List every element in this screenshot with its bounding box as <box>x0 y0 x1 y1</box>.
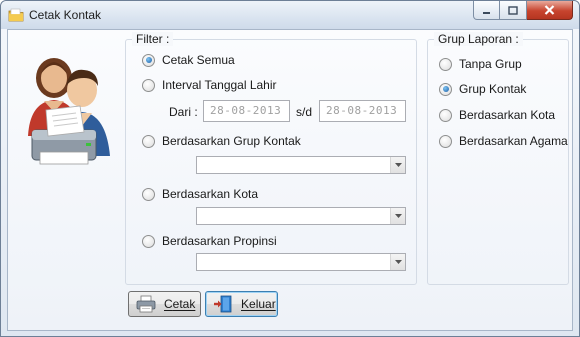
radio-button[interactable] <box>439 82 452 96</box>
close-icon <box>544 5 555 15</box>
radio-button[interactable] <box>142 78 155 92</box>
date-separator-label: s/d <box>296 105 313 119</box>
chevron-down-icon <box>394 214 402 218</box>
cetak-kontak-dialog: Cetak Kontak Filter: Cetak Semua Interv… <box>0 0 580 337</box>
radio-label: Berdasarkan Grup Kontak <box>162 134 301 148</box>
radio-label: Cetak Semua <box>162 53 235 67</box>
cetak-button-label: Cetak <box>164 297 196 311</box>
window-title: Cetak Kontak <box>29 8 102 22</box>
radio-grup-kontak[interactable]: Grup Kontak <box>439 82 526 96</box>
title-bar[interactable]: Cetak Kontak <box>1 1 579 29</box>
radio-button[interactable] <box>142 134 155 148</box>
filter-group-title: Filter : <box>132 32 174 46</box>
radio-label: Berdasarkan Agama <box>459 134 568 148</box>
printer-icon <box>136 295 156 313</box>
grup-laporan-groupbox: Grup Laporan : <box>427 32 569 285</box>
radio-berdasarkan-propinsi[interactable]: Berdasarkan Propinsi <box>142 234 277 248</box>
radio-button[interactable] <box>439 57 452 71</box>
radio-berdasarkan-kota[interactable]: Berdasarkan Kota <box>142 187 258 201</box>
date-from-label: Dari : <box>169 105 198 119</box>
contacts-printer-icon <box>28 58 110 165</box>
radio-button[interactable] <box>142 53 155 67</box>
radio-label: Berdasarkan Propinsi <box>162 234 277 248</box>
exit-door-icon <box>214 295 232 313</box>
radio-label: Berdasarkan Kota <box>162 187 259 201</box>
maximize-icon <box>508 5 518 15</box>
caption-buttons <box>473 1 573 21</box>
dialog-client-area: Filter : Cetak Semua Interval Tanggal La… <box>7 29 573 331</box>
propinsi-dropdown[interactable] <box>196 253 406 271</box>
maximize-button[interactable] <box>500 1 527 20</box>
radio-button[interactable] <box>142 187 155 201</box>
dropdown-arrow-button[interactable] <box>390 208 405 224</box>
minimize-icon <box>483 11 490 14</box>
radio-button[interactable] <box>439 134 452 148</box>
dropdown-arrow-button[interactable] <box>390 157 405 173</box>
date-to-input[interactable]: 28-08-2013 <box>319 100 406 122</box>
radio-berdasarkan-grup-kontak[interactable]: Berdasarkan Grup Kontak <box>142 134 301 148</box>
radio-button[interactable] <box>439 108 452 122</box>
close-button[interactable] <box>527 1 573 20</box>
cetak-button[interactable]: Cetak <box>128 291 201 317</box>
kota-dropdown[interactable] <box>196 207 406 225</box>
dropdown-arrow-button[interactable] <box>390 254 405 270</box>
radio-interval-tanggal-lahir[interactable]: Interval Tanggal Lahir <box>142 78 277 92</box>
grup-laporan-group-title: Grup Laporan : <box>434 32 523 46</box>
radio-label: Tanpa Grup <box>459 57 522 71</box>
radio-button[interactable] <box>142 234 155 248</box>
folder-icon <box>8 8 24 22</box>
chevron-down-icon <box>394 163 402 167</box>
radio-laporan-berdasarkan-kota[interactable]: Berdasarkan Kota <box>439 108 555 122</box>
date-from-input[interactable]: 28-08-2013 <box>203 100 290 122</box>
radio-label: Berdasarkan Kota <box>459 108 556 122</box>
chevron-down-icon <box>394 260 402 264</box>
radio-laporan-berdasarkan-agama[interactable]: Berdasarkan Agama <box>439 134 568 148</box>
keluar-button[interactable]: Keluar <box>205 291 278 317</box>
radio-label: Interval Tanggal Lahir <box>162 78 277 92</box>
radio-cetak-semua[interactable]: Cetak Semua <box>142 53 235 67</box>
radio-tanpa-grup[interactable]: Tanpa Grup <box>439 57 522 71</box>
radio-label: Grup Kontak <box>459 82 527 96</box>
keluar-button-label: Keluar <box>241 297 276 311</box>
grup-kontak-dropdown[interactable] <box>196 156 406 174</box>
minimize-button[interactable] <box>473 1 500 20</box>
